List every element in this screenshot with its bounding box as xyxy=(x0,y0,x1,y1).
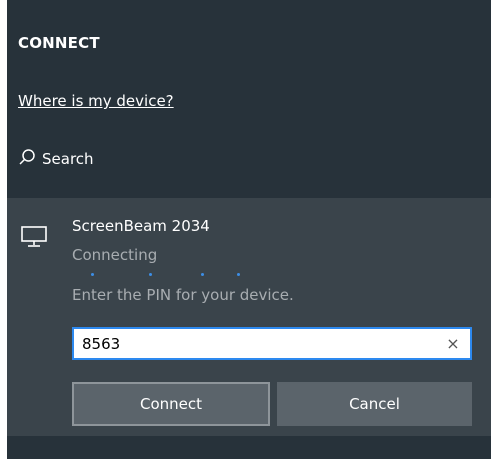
progress-dots xyxy=(91,272,251,278)
search-label: Search xyxy=(42,150,94,168)
clear-icon[interactable]: × xyxy=(444,335,462,353)
device-status: Connecting xyxy=(72,246,158,264)
pin-field[interactable]: × xyxy=(72,327,472,360)
connect-panel: CONNECT Where is my device? Search Scree… xyxy=(7,0,491,459)
monitor-icon xyxy=(21,226,47,252)
connect-button[interactable]: Connect xyxy=(72,382,270,426)
where-is-my-device-link[interactable]: Where is my device? xyxy=(18,92,174,110)
cancel-button[interactable]: Cancel xyxy=(277,382,472,426)
progress-dot xyxy=(91,273,94,276)
panel-title: CONNECT xyxy=(18,34,100,52)
device-name: ScreenBeam 2034 xyxy=(72,217,210,235)
progress-dot xyxy=(237,273,240,276)
search-button[interactable]: Search xyxy=(18,146,94,172)
search-icon xyxy=(18,148,42,170)
pin-prompt: Enter the PIN for your device. xyxy=(72,286,294,304)
pin-input[interactable] xyxy=(82,332,432,356)
device-card: ScreenBeam 2034 Connecting Enter the PIN… xyxy=(7,198,491,436)
progress-dot xyxy=(149,273,152,276)
progress-dot xyxy=(201,273,204,276)
